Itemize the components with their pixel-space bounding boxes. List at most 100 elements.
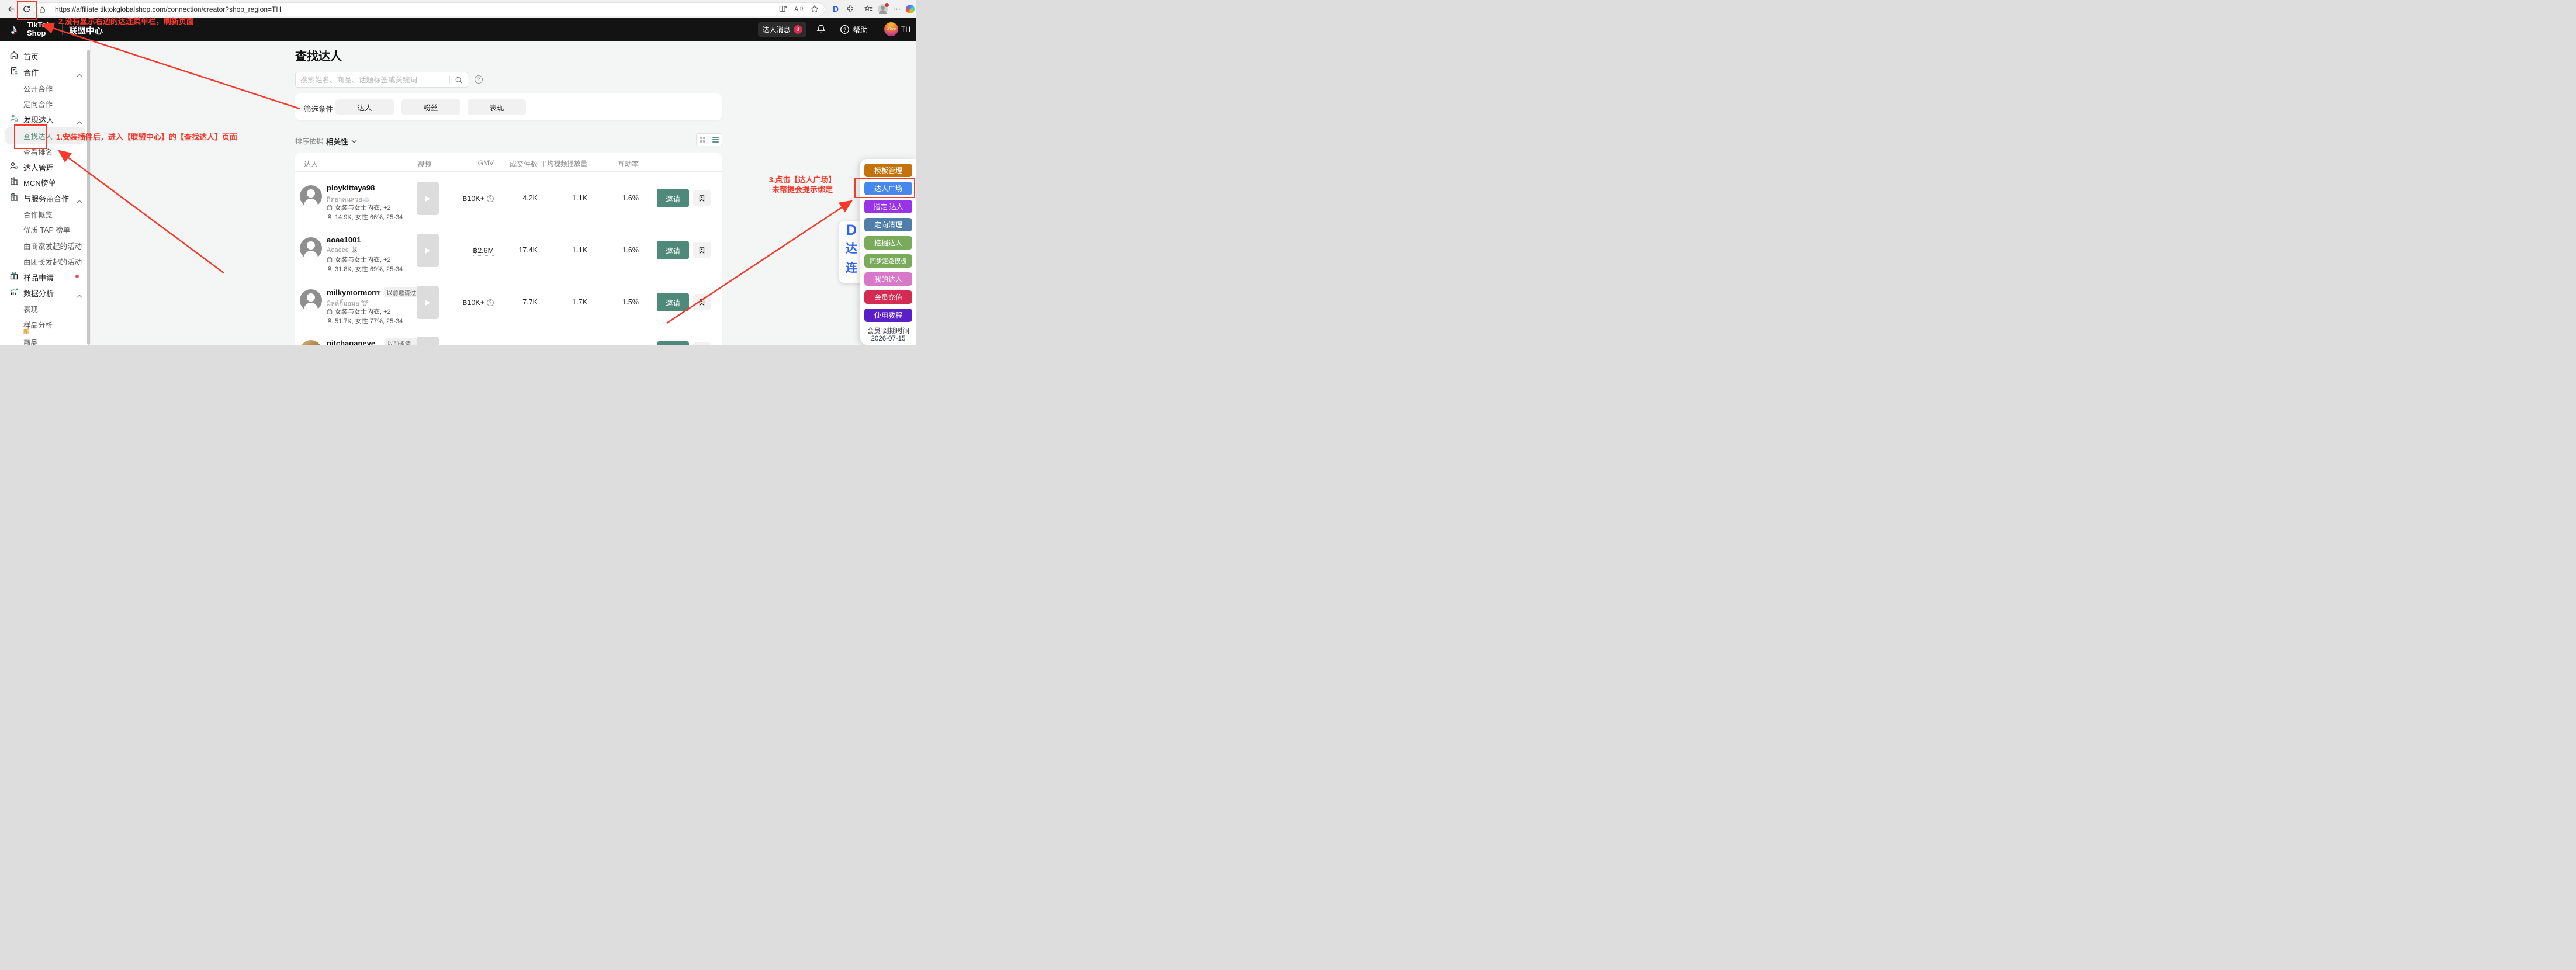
chevron-up-icon[interactable] bbox=[77, 117, 82, 127]
tiktok-shop-logo[interactable]: TikTok Shop bbox=[27, 21, 51, 37]
plugin-button-member-recharge[interactable]: 会员充值 bbox=[864, 290, 912, 304]
search-input[interactable] bbox=[296, 75, 449, 84]
annotation-step1: 1.安装插件后，进入【联盟中心】的【查找达人】页面 bbox=[56, 133, 237, 141]
filter-tab-creator[interactable]: 达人 bbox=[335, 99, 394, 115]
search-help-icon[interactable]: ? bbox=[475, 75, 483, 84]
creator-search-box[interactable] bbox=[295, 72, 468, 88]
filter-label: 筛选条件 bbox=[304, 105, 334, 113]
gmv-value: ฿10K+? bbox=[441, 298, 494, 307]
video-thumbnail[interactable] bbox=[417, 286, 439, 319]
plugin-button-assign-creator[interactable]: 指定 达人 bbox=[864, 200, 912, 213]
dalian-extension-icon[interactable]: D bbox=[830, 4, 841, 14]
sidebar-item-home[interactable]: 首页 bbox=[0, 49, 90, 62]
creator-name[interactable]: ploykittaya98 bbox=[327, 183, 375, 192]
list-view-button[interactable] bbox=[709, 134, 722, 146]
sidebar-item-view-rankings[interactable]: 查看排名 bbox=[0, 144, 90, 157]
sidebar-item-leader-campaigns[interactable]: 由团长发起的活动 bbox=[0, 254, 90, 267]
search-icon[interactable] bbox=[450, 76, 468, 84]
sort-value: 相关性 bbox=[326, 138, 348, 146]
avg-views-value: 1.1K bbox=[572, 246, 587, 255]
plugin-button-sync-invite-template[interactable]: 同步定邀模板 bbox=[864, 254, 912, 268]
browser-menu-button[interactable]: ⋯ bbox=[892, 4, 902, 14]
chevron-up-icon[interactable] bbox=[77, 196, 82, 206]
plugin-button-targeted-cleanup[interactable]: 定向清理 bbox=[864, 218, 912, 231]
browser-back-button[interactable] bbox=[6, 4, 16, 14]
bookmark-button[interactable] bbox=[693, 190, 711, 206]
read-aloud-icon[interactable]: A bbox=[794, 5, 804, 15]
sidebar-item-open-collab[interactable]: 公开合作 bbox=[0, 81, 90, 94]
sidebar-item-sample-analysis[interactable]: 样品分析 bbox=[0, 317, 90, 330]
video-thumbnail[interactable] bbox=[417, 182, 439, 215]
sidebar-item-performance[interactable]: 表现 bbox=[0, 302, 90, 314]
creator-avatar[interactable] bbox=[300, 289, 322, 311]
plugin-button-my-creators[interactable]: 我的达人 bbox=[864, 272, 912, 286]
creator-avatar[interactable] bbox=[300, 237, 322, 259]
creator-name[interactable]: nitchaganeye... bbox=[327, 339, 382, 345]
filter-tab-followers[interactable]: 粉丝 bbox=[401, 99, 460, 115]
grid-view-button[interactable] bbox=[697, 134, 709, 146]
plugin-button-template-management[interactable]: 模板管理 bbox=[864, 164, 912, 177]
bookmark-button[interactable] bbox=[693, 242, 711, 258]
notifications-bell-icon[interactable] bbox=[816, 23, 826, 38]
filter-tab-performance[interactable]: 表现 bbox=[468, 99, 526, 115]
creator-row[interactable]: nitchaganeye...以前邀请... 邀请 bbox=[295, 328, 722, 345]
browser-profile-avatar[interactable] bbox=[877, 2, 889, 14]
plugin-button-tutorial[interactable]: 使用教程 bbox=[864, 309, 912, 322]
users-icon bbox=[9, 161, 19, 171]
collections-icon[interactable] bbox=[863, 4, 874, 14]
invite-button[interactable]: 邀请 bbox=[657, 293, 689, 311]
creator-audience: 31.8K, 女性 69%, 25-34 bbox=[327, 264, 403, 273]
gmv-info-icon[interactable]: ? bbox=[487, 195, 494, 202]
sidebar-item-targeted-collab[interactable]: 定向合作 bbox=[0, 96, 90, 109]
creator-row[interactable]: milkymormorrr 以前邀请过 มิลค์กี้มอมอ 🐮 女装与女士内… bbox=[295, 276, 722, 328]
creator-name[interactable]: milkymormorrr bbox=[327, 288, 380, 297]
gmv-info-icon[interactable]: ? bbox=[487, 299, 494, 306]
building-icon bbox=[9, 176, 19, 186]
extensions-puzzle-icon[interactable] bbox=[845, 4, 856, 14]
sidebar-item-service-provider[interactable]: 与服务商合作 bbox=[0, 191, 90, 206]
sidebar-item-merchant-campaigns[interactable]: 由商家发起的活动 bbox=[0, 238, 90, 251]
bookmark-plus-icon bbox=[699, 299, 705, 306]
creator-row[interactable]: aoae1001 Aoaeee 🐰 女装与女士内衣, +2 31.8K, 女性 … bbox=[295, 224, 722, 276]
creator-audience: 14.9K, 女性 66%, 25-34 bbox=[327, 212, 403, 221]
previously-invited-tag: 以前邀请过 bbox=[384, 287, 418, 297]
invite-button[interactable]: 邀请 bbox=[657, 241, 689, 259]
sort-control[interactable]: 排序依据 相关性 bbox=[295, 136, 357, 147]
address-bar[interactable]: https://affiliate.tiktokglobalshop.com/c… bbox=[34, 2, 825, 16]
sidebar-item-discover-creators[interactable]: 发现达人 bbox=[0, 112, 90, 127]
grid-view-icon bbox=[700, 137, 706, 143]
split-screen-icon[interactable] bbox=[779, 5, 787, 16]
bookmark-button[interactable] bbox=[693, 294, 711, 310]
plugin-button-mine-creators[interactable]: 挖掘达人 bbox=[864, 236, 912, 250]
creator-messages-button[interactable]: 达人消息 8 bbox=[758, 22, 806, 37]
creator-name[interactable]: aoae1001 bbox=[327, 235, 361, 244]
plugin-button-creator-plaza[interactable]: 达人广场 bbox=[864, 182, 912, 195]
engagement-value: 1.6% bbox=[622, 246, 639, 255]
table-header: 达人 视频 GMV 成交件数 平均视频播放量 互动率 bbox=[295, 153, 722, 172]
sidebar-item-collaboration[interactable]: 合作 bbox=[0, 65, 90, 80]
sidebar-item-tap-ranking[interactable]: 优质 TAP 榜单 bbox=[0, 222, 90, 235]
favorite-star-icon[interactable] bbox=[811, 4, 819, 16]
svg-text:A: A bbox=[794, 6, 799, 12]
video-thumbnail[interactable] bbox=[417, 337, 439, 345]
copilot-icon[interactable] bbox=[905, 4, 915, 14]
invite-button[interactable]: 邀请 bbox=[657, 189, 689, 207]
sidebar-scrollbar[interactable] bbox=[87, 50, 90, 345]
creator-avatar[interactable] bbox=[300, 185, 322, 207]
sidebar-item-products[interactable]: 商品 bbox=[0, 335, 90, 345]
bookmark-button[interactable] bbox=[693, 342, 711, 345]
account-avatar[interactable]: JiRang bbox=[884, 22, 898, 36]
sidebar-item-collab-overview[interactable]: 合作概览 bbox=[0, 207, 90, 220]
video-thumbnail[interactable] bbox=[417, 234, 439, 267]
sidebar-item-mcn-ranking[interactable]: MCN榜单 bbox=[0, 175, 90, 188]
invite-button[interactable]: 邀请 bbox=[657, 341, 689, 345]
sidebar-item-data-analysis[interactable]: 数据分析 bbox=[0, 286, 90, 301]
help-button[interactable]: ? 帮助 bbox=[840, 24, 868, 35]
chevron-up-icon[interactable] bbox=[77, 290, 82, 301]
sidebar-item-creator-management[interactable]: 达人管理 bbox=[0, 160, 90, 173]
creator-avatar[interactable] bbox=[300, 340, 322, 345]
browser-reload-button[interactable] bbox=[21, 4, 32, 14]
chevron-up-icon[interactable] bbox=[77, 70, 82, 80]
sidebar-item-sample-request[interactable]: 样品申请 bbox=[0, 270, 90, 283]
creator-row[interactable]: ploykittaya98 กิตยาคนสวย☁️ 女装与女士内衣, +2 1… bbox=[295, 172, 722, 224]
